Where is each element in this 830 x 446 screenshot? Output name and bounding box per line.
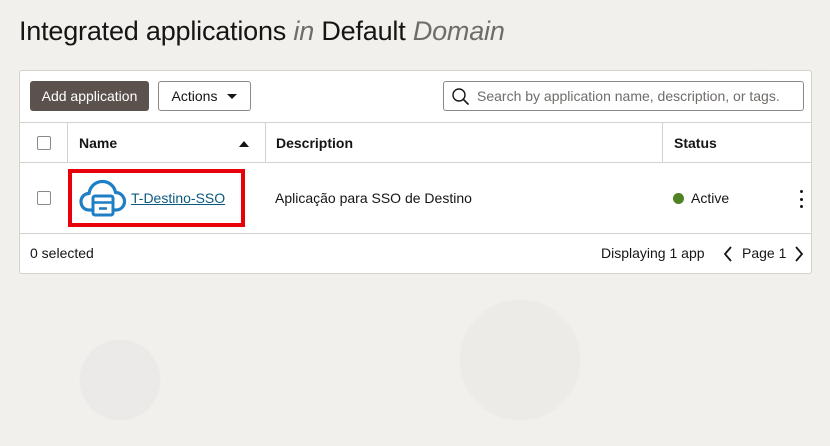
highlighted-app-name: T-Destino-SSO	[68, 169, 245, 227]
page-indicator: Page 1	[742, 245, 787, 261]
title-domain: Domain	[412, 16, 505, 46]
search-icon	[452, 87, 469, 105]
status-cell: Active	[662, 163, 813, 233]
table-footer: 0 selected Displaying 1 app Page 1	[20, 234, 811, 273]
column-header-name[interactable]: Name	[67, 123, 265, 162]
add-application-button[interactable]: Add application	[30, 81, 149, 111]
cloud-app-icon	[79, 179, 127, 217]
select-all-checkbox[interactable]	[36, 135, 51, 150]
toolbar: Add application Actions	[20, 71, 811, 122]
chevron-right-icon[interactable]	[794, 246, 804, 262]
search-box[interactable]	[443, 81, 804, 111]
select-all-cell	[20, 123, 67, 162]
selected-count: 0 selected	[30, 245, 94, 261]
chevron-left-icon[interactable]	[723, 246, 733, 262]
actions-menu-button[interactable]: Actions	[158, 81, 251, 111]
column-status-label: Status	[674, 134, 717, 151]
title-in: in	[293, 16, 315, 46]
page-title: Integrated applications in Default Domai…	[19, 16, 505, 47]
column-header-status: Status	[662, 123, 813, 162]
search-input[interactable]	[475, 87, 799, 105]
title-part1: Integrated applications	[19, 16, 287, 46]
displaying-count: Displaying 1 app	[601, 245, 705, 261]
title-part2: Default	[321, 16, 406, 46]
row-select-cell	[20, 163, 67, 233]
applications-panel: Add application Actions Name Description…	[19, 70, 812, 274]
description-text: Aplicação para SSO de Destino	[275, 190, 472, 206]
description-cell: Aplicação para SSO de Destino	[265, 163, 662, 233]
column-header-description: Description	[265, 123, 662, 162]
status-text: Active	[691, 190, 730, 206]
status-active-icon	[673, 192, 684, 204]
column-description-label: Description	[276, 134, 354, 151]
table-row: T-Destino-SSO Aplicação para SSO de Dest…	[20, 163, 811, 234]
chevron-down-icon	[227, 93, 238, 99]
sort-ascending-icon[interactable]	[239, 141, 249, 147]
row-checkbox[interactable]	[36, 191, 51, 205]
row-actions-kebab-icon[interactable]	[797, 190, 805, 208]
actions-label: Actions	[171, 88, 218, 104]
app-name-link[interactable]: T-Destino-SSO	[131, 190, 225, 206]
column-name-label: Name	[79, 134, 118, 151]
table-header: Name Description Status	[20, 122, 811, 163]
